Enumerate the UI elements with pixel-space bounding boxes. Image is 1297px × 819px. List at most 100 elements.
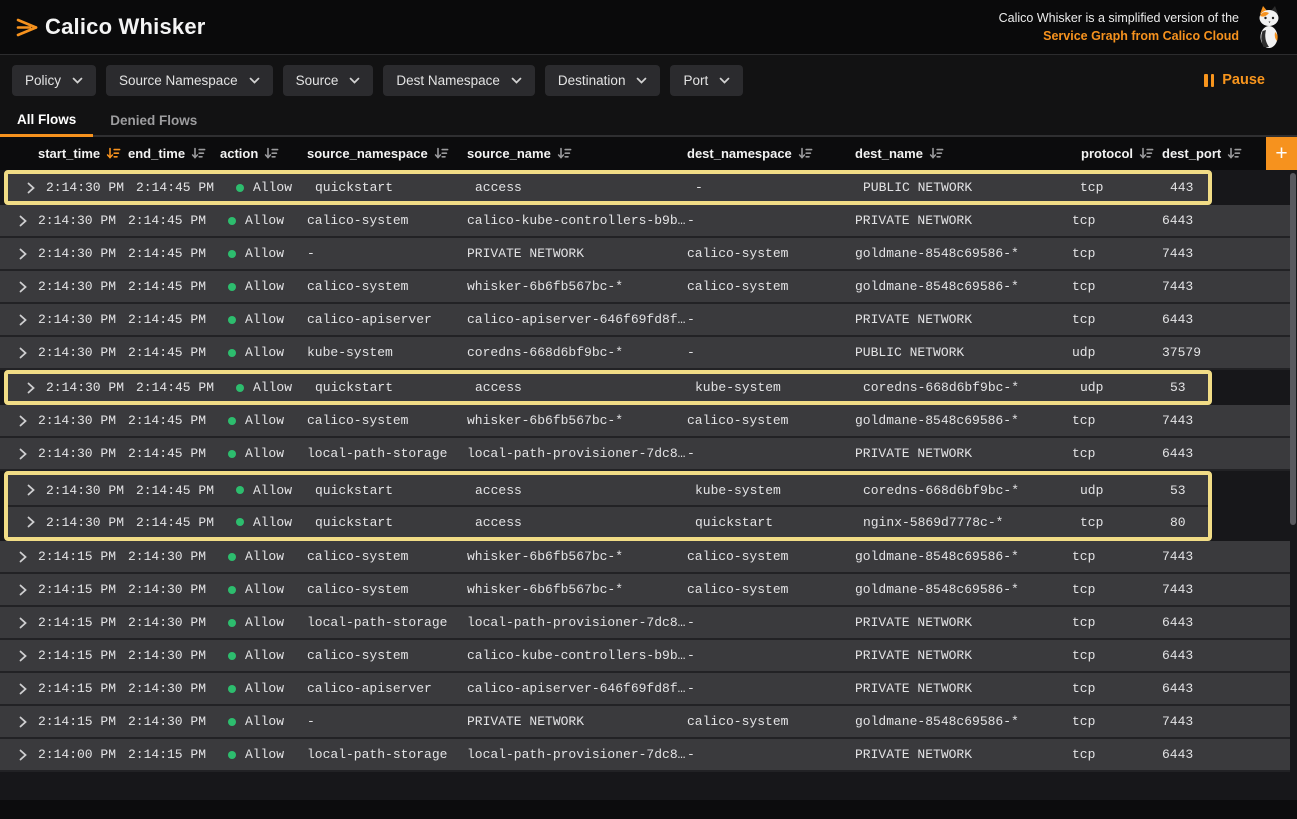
- column-header-protocol[interactable]: protocol: [1072, 146, 1162, 161]
- table-row[interactable]: 2:14:30 PM 2:14:45 PM Allow quickstart a…: [8, 174, 1212, 201]
- action-label: Allow: [253, 483, 292, 498]
- table-row[interactable]: 2:14:30 PM 2:14:45 PM Allow quickstart a…: [8, 475, 1212, 505]
- tab-all-flows[interactable]: All Flows: [0, 105, 93, 137]
- cell-start_time: 2:14:15 PM: [38, 714, 128, 729]
- column-header-start_time[interactable]: start_time: [38, 146, 128, 161]
- cell-dest_name: PUBLIC NETWORK: [863, 180, 1080, 195]
- table-row[interactable]: 2:14:15 PM 2:14:30 PM Allow calico-apise…: [0, 673, 1290, 706]
- column-header-dest_namespace[interactable]: dest_namespace: [687, 146, 855, 161]
- row-expand-icon[interactable]: [19, 281, 27, 293]
- chevron-down-icon: [636, 77, 647, 84]
- table-row[interactable]: 2:14:15 PM 2:14:30 PM Allow - PRIVATE NE…: [0, 706, 1290, 739]
- cell-dest_port: 6443: [1162, 446, 1290, 461]
- row-expand-icon[interactable]: [19, 215, 27, 227]
- service-graph-link[interactable]: Service Graph from Calico Cloud: [1043, 29, 1239, 43]
- cell-dest_namespace: -: [687, 681, 855, 696]
- table-row[interactable]: 2:14:30 PM 2:14:45 PM Allow local-path-s…: [0, 438, 1290, 471]
- row-expand-icon[interactable]: [19, 347, 27, 359]
- allow-status-dot-icon: [236, 384, 244, 392]
- row-expand-icon[interactable]: [19, 314, 27, 326]
- table-row[interactable]: 2:14:15 PM 2:14:30 PM Allow local-path-s…: [0, 607, 1290, 640]
- filter-label: Port: [683, 73, 708, 88]
- row-expand-icon[interactable]: [19, 448, 27, 460]
- column-label: dest_name: [855, 146, 923, 161]
- row-expand-icon[interactable]: [19, 749, 27, 761]
- action-label: Allow: [245, 615, 284, 630]
- table-row[interactable]: 2:14:30 PM 2:14:45 PM Allow calico-syste…: [0, 205, 1290, 238]
- cell-dest_port: 7443: [1162, 549, 1290, 564]
- add-column-button[interactable]: +: [1266, 137, 1297, 170]
- sort-icon: [1139, 147, 1154, 160]
- row-expand-icon[interactable]: [27, 484, 35, 496]
- cell-end_time: 2:14:45 PM: [136, 380, 228, 395]
- column-header-dest_name[interactable]: dest_name: [855, 146, 1072, 161]
- cell-action: Allow: [220, 582, 307, 597]
- chevron-down-icon: [719, 77, 730, 84]
- row-expand-icon[interactable]: [19, 716, 27, 728]
- row-expand-icon[interactable]: [19, 551, 27, 563]
- sort-icon: [106, 147, 121, 160]
- table-row[interactable]: 2:14:30 PM 2:14:45 PM Allow quickstart a…: [8, 374, 1212, 401]
- tab-label: All Flows: [17, 112, 76, 127]
- filter-source-namespace[interactable]: Source Namespace: [106, 65, 273, 96]
- filter-policy[interactable]: Policy: [12, 65, 96, 96]
- row-expand-icon[interactable]: [27, 382, 35, 394]
- row-expand-icon[interactable]: [27, 182, 35, 194]
- table-row[interactable]: 2:14:30 PM 2:14:45 PM Allow calico-syste…: [0, 271, 1290, 304]
- column-header-end_time[interactable]: end_time: [128, 146, 220, 161]
- column-header-action[interactable]: action: [220, 146, 307, 161]
- cell-protocol: tcp: [1072, 213, 1162, 228]
- cell-source_name: local-path-provisioner-7dc8…: [467, 747, 687, 762]
- cell-action: Allow: [220, 648, 307, 663]
- tagline-text: Calico Whisker is a simplified version o…: [999, 11, 1239, 25]
- chevron-down-icon: [249, 77, 260, 84]
- column-header-source_namespace[interactable]: source_namespace: [307, 146, 467, 161]
- cell-end_time: 2:14:45 PM: [136, 515, 228, 530]
- cell-dest_name: goldmane-8548c69586-*: [855, 582, 1072, 597]
- filter-port[interactable]: Port: [670, 65, 743, 96]
- cell-source_name: whisker-6b6fb567bc-*: [467, 279, 687, 294]
- table-row[interactable]: 2:14:30 PM 2:14:45 PM Allow calico-apise…: [0, 304, 1290, 337]
- cell-protocol: tcp: [1072, 413, 1162, 428]
- table-row[interactable]: 2:14:15 PM 2:14:30 PM Allow calico-syste…: [0, 640, 1290, 673]
- table-row[interactable]: 2:14:30 PM 2:14:45 PM Allow - PRIVATE NE…: [0, 238, 1290, 271]
- allow-status-dot-icon: [236, 486, 244, 494]
- allow-status-dot-icon: [228, 718, 236, 726]
- cell-end_time: 2:14:15 PM: [128, 747, 220, 762]
- pause-button[interactable]: Pause: [1198, 71, 1271, 89]
- table-row[interactable]: 2:14:30 PM 2:14:45 PM Allow kube-system …: [0, 337, 1290, 370]
- cell-end_time: 2:14:45 PM: [128, 279, 220, 294]
- cell-source_namespace: local-path-storage: [307, 446, 467, 461]
- vertical-scrollbar[interactable]: [1290, 173, 1296, 525]
- cell-dest_name: coredns-668d6bf9bc-*: [863, 380, 1080, 395]
- filter-destination[interactable]: Destination: [545, 65, 661, 96]
- filter-bar: Policy Source Namespace Source Dest Name…: [0, 55, 1297, 105]
- sort-icon: [557, 147, 572, 160]
- cell-source_name: coredns-668d6bf9bc-*: [467, 345, 687, 360]
- table-row[interactable]: 2:14:15 PM 2:14:30 PM Allow calico-syste…: [0, 574, 1290, 607]
- table-row[interactable]: 2:14:15 PM 2:14:30 PM Allow calico-syste…: [0, 541, 1290, 574]
- cell-dest_port: 7443: [1162, 714, 1290, 729]
- row-expand-icon[interactable]: [19, 617, 27, 629]
- highlighted-flows-box: 2:14:30 PM 2:14:45 PM Allow quickstart a…: [4, 471, 1212, 541]
- table-row[interactable]: 2:14:30 PM 2:14:45 PM Allow quickstart a…: [8, 505, 1212, 537]
- row-expand-icon[interactable]: [19, 584, 27, 596]
- cell-source_name: whisker-6b6fb567bc-*: [467, 413, 687, 428]
- pause-label: Pause: [1222, 72, 1265, 88]
- table-row[interactable]: 2:14:30 PM 2:14:45 PM Allow calico-syste…: [0, 405, 1290, 438]
- filter-label: Destination: [558, 73, 626, 88]
- cell-dest_namespace: -: [687, 312, 855, 327]
- footer-strip: [0, 800, 1297, 819]
- row-expand-icon[interactable]: [27, 516, 35, 528]
- row-expand-icon[interactable]: [19, 415, 27, 427]
- table-row[interactable]: 2:14:00 PM 2:14:15 PM Allow local-path-s…: [0, 739, 1290, 772]
- filter-dest-namespace[interactable]: Dest Namespace: [383, 65, 535, 96]
- tab-denied-flows[interactable]: Denied Flows: [93, 105, 214, 135]
- filter-source[interactable]: Source: [283, 65, 374, 96]
- row-expand-icon[interactable]: [19, 650, 27, 662]
- action-label: Allow: [245, 747, 284, 762]
- cell-start_time: 2:14:30 PM: [38, 413, 128, 428]
- row-expand-icon[interactable]: [19, 683, 27, 695]
- row-expand-icon[interactable]: [19, 248, 27, 260]
- column-header-source_name[interactable]: source_name: [467, 146, 687, 161]
